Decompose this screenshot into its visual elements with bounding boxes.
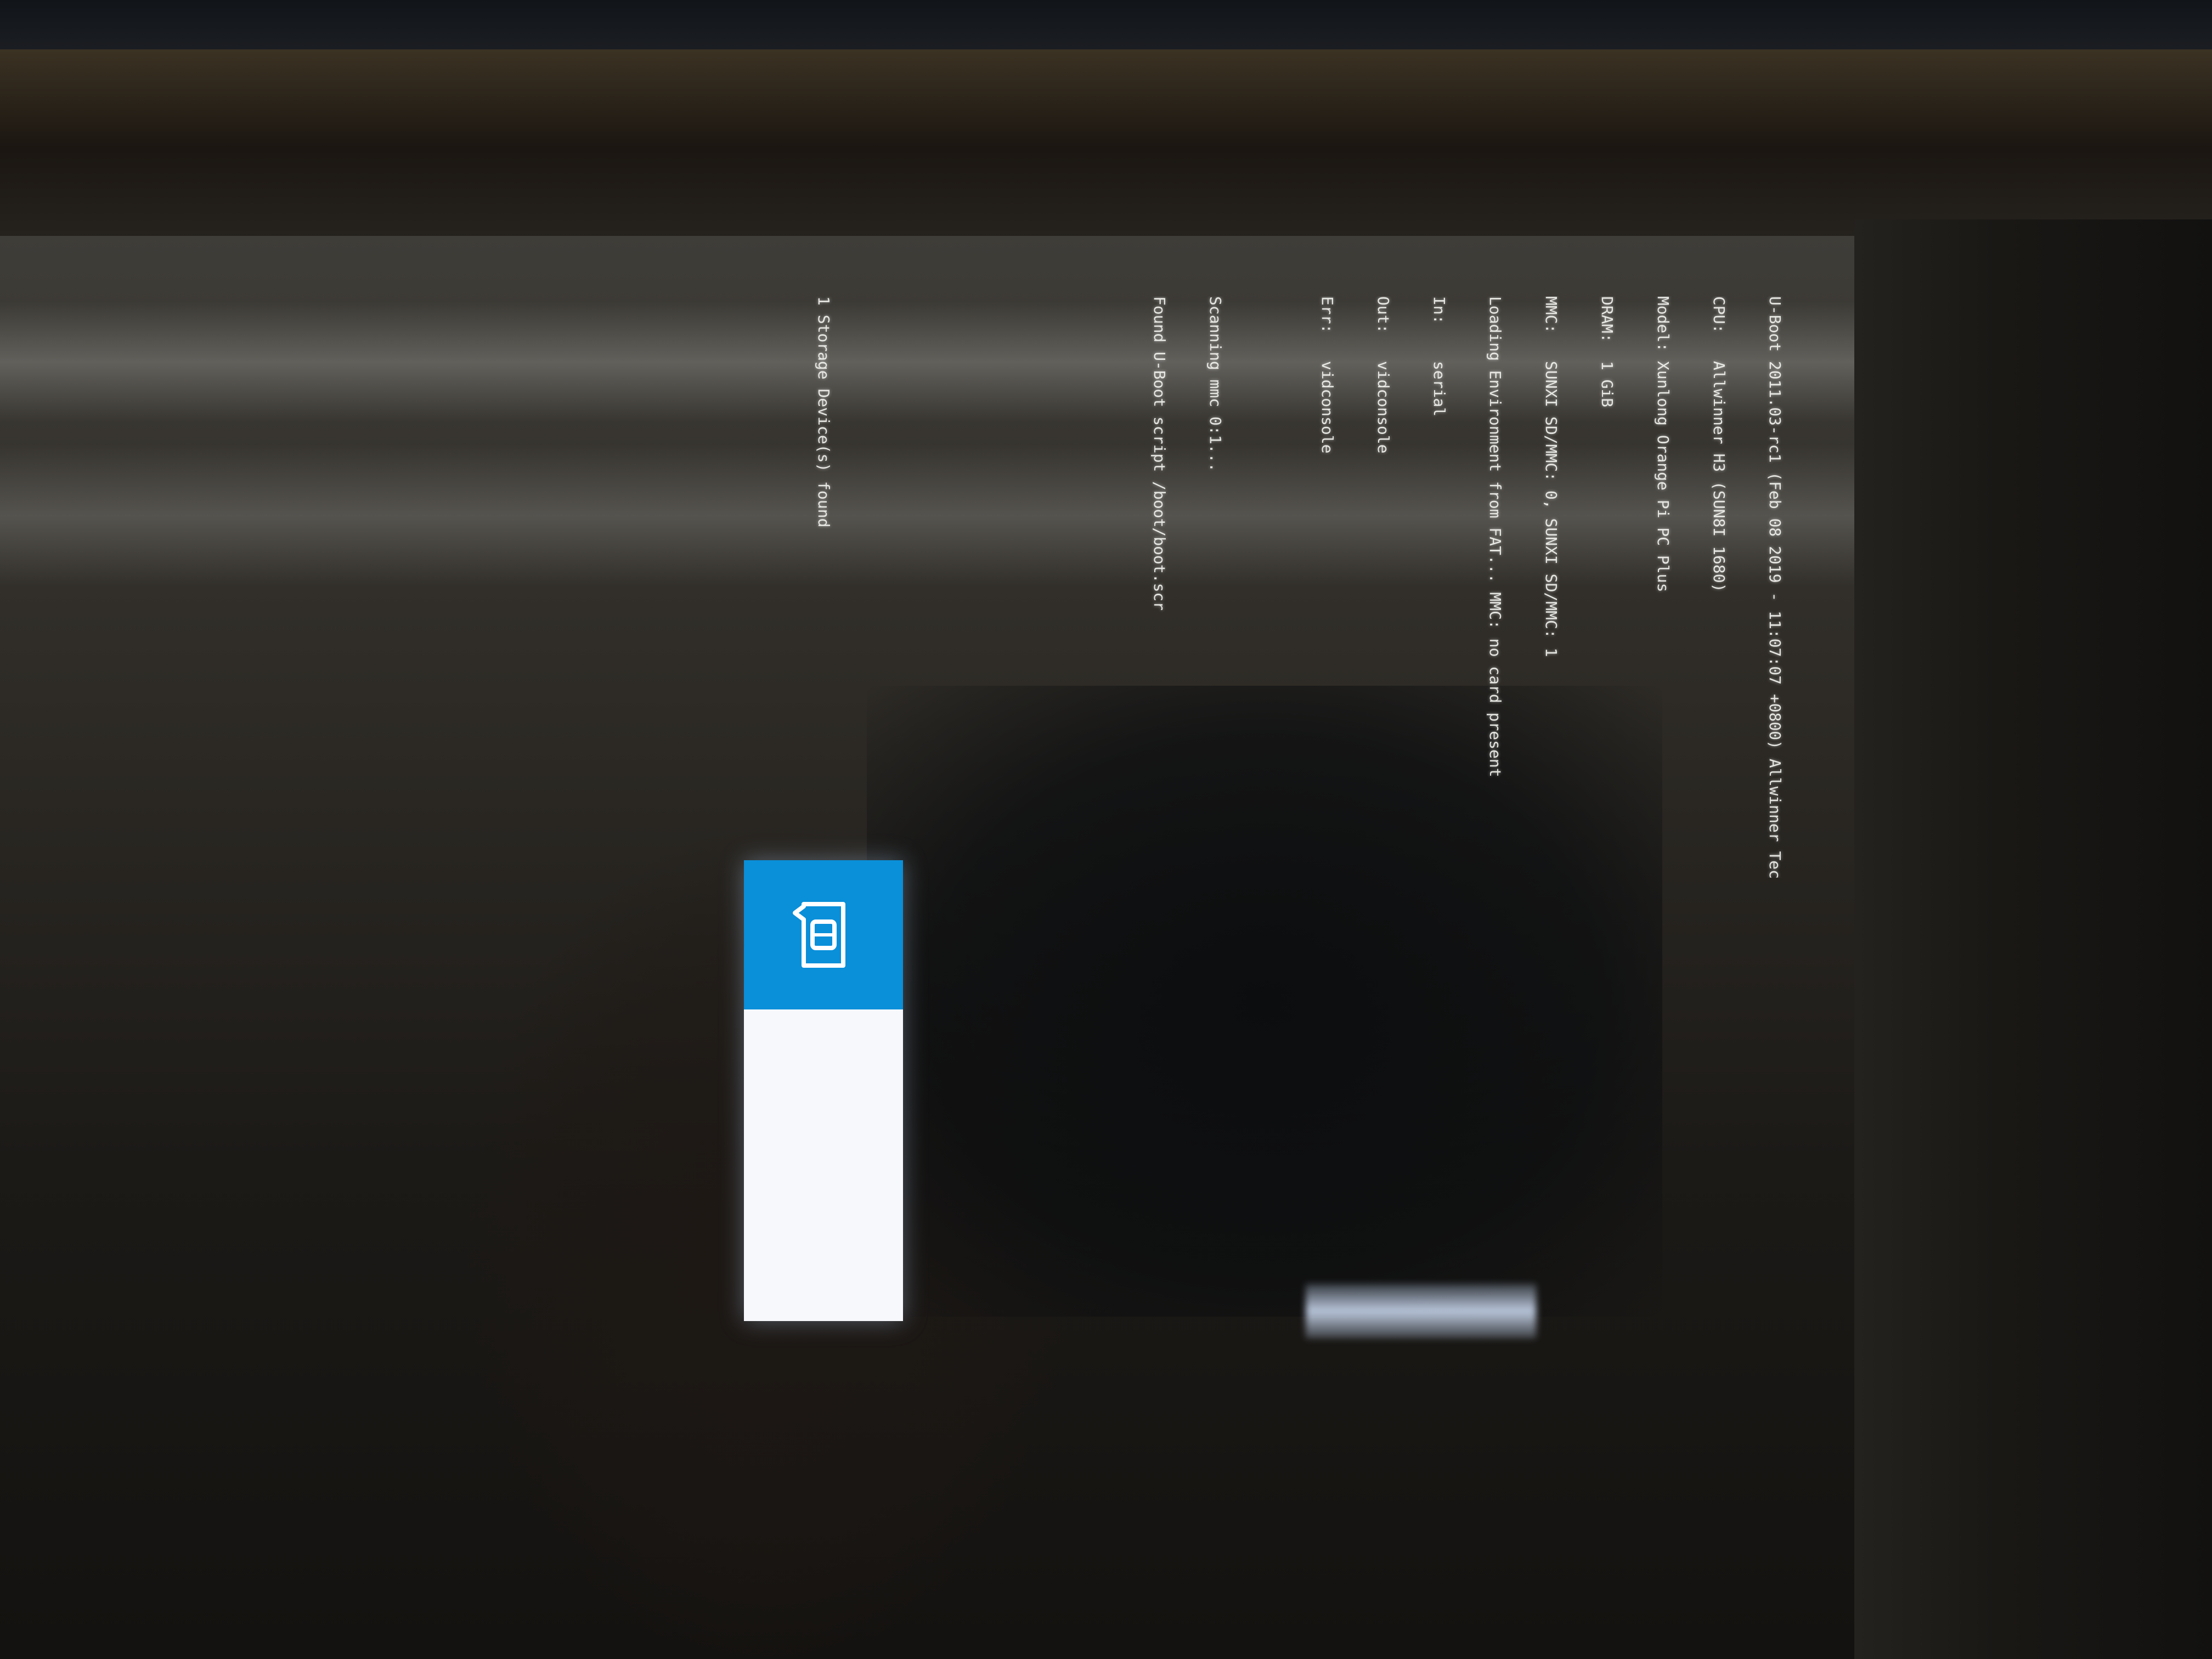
boot-console-text: U-Boot 2011.03-rc1 (Feb 08 2019 - 11:07:… <box>815 296 1821 878</box>
console-line: Scanning mmc 0:1... <box>1206 296 1224 472</box>
console-line: DRAM: 1 GiB <box>1598 296 1616 408</box>
card-body <box>744 1009 903 1321</box>
monitor-side-frame <box>1854 219 2212 1659</box>
console-line: CPU: Allwinner H3 (SUN8I 1680) <box>1710 296 1728 592</box>
console-line: Loading Environment from FAT... MMC: no … <box>1486 296 1504 777</box>
photo-scene: U-Boot 2011.03-rc1 (Feb 08 2019 - 11:07:… <box>0 0 2212 1659</box>
recovery-drive-icon <box>793 902 845 968</box>
recovery-card[interactable] <box>744 860 903 1321</box>
card-header <box>744 860 903 1009</box>
console-line: 1 Storage Device(s) found <box>815 296 833 528</box>
console-line: Out: vidconsole <box>1374 296 1392 454</box>
console-line: Found U-Boot script /boot/boot.scr <box>1150 296 1169 611</box>
glare-bar <box>1306 1284 1536 1339</box>
console-line: MMC: SUNXI SD/MMC: 0, SUNXI SD/MMC: 1 <box>1542 296 1560 657</box>
console-line: Err: vidconsole <box>1318 296 1336 454</box>
console-line: U-Boot 2011.03-rc1 (Feb 08 2019 - 11:07:… <box>1766 296 1784 878</box>
console-line: In: serial <box>1430 296 1448 417</box>
boot-console: U-Boot 2011.03-rc1 (Feb 08 2019 - 11:07:… <box>815 296 1821 878</box>
console-line: Model: Xunlong Orange Pi PC Plus <box>1654 296 1672 592</box>
